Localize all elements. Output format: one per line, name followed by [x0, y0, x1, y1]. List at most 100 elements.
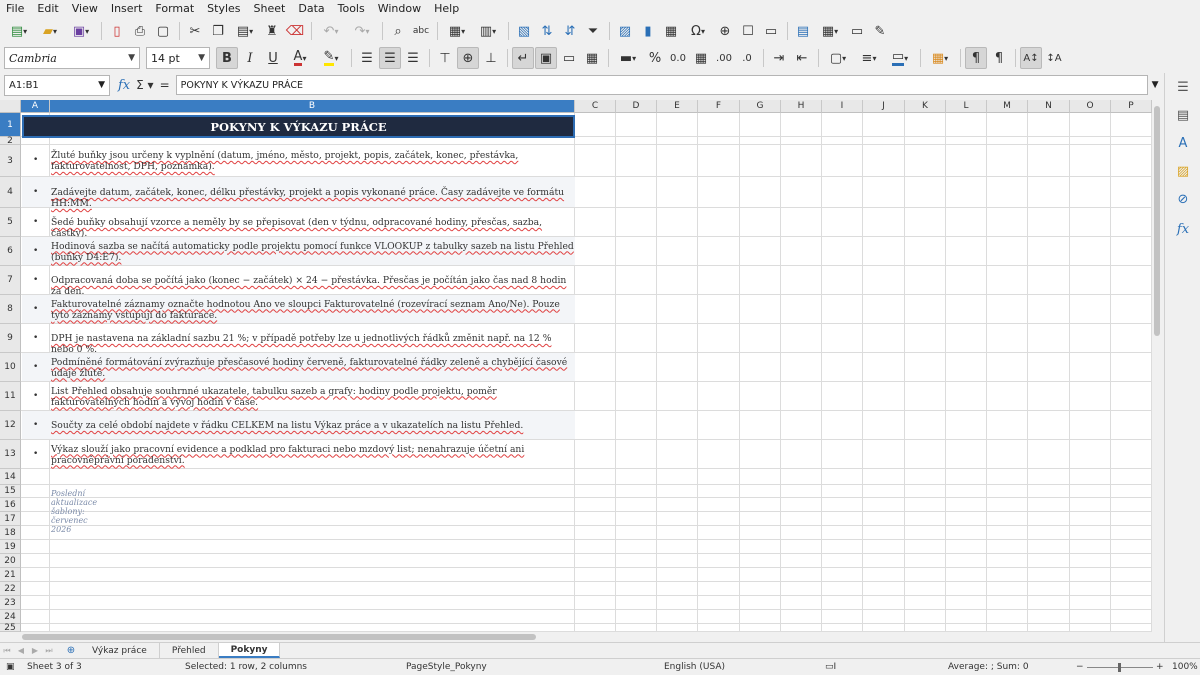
menu-file[interactable]: File: [6, 2, 24, 15]
print-preview-icon[interactable]: ▢: [152, 20, 174, 42]
menu-tools[interactable]: Tools: [338, 2, 365, 15]
clear-formatting-icon[interactable]: ⌫: [284, 20, 306, 42]
special-character-icon[interactable]: Ω ▾: [683, 20, 713, 42]
row-header-14[interactable]: 14: [0, 469, 21, 485]
save-icon[interactable]: ▣ ▾: [66, 20, 96, 42]
menu-data[interactable]: Data: [298, 2, 324, 15]
horizontal-scrollbar[interactable]: [0, 632, 1152, 642]
row-header-23[interactable]: 23: [0, 596, 21, 610]
open-folder-icon[interactable]: ▰ ▾: [35, 20, 65, 42]
redo-icon[interactable]: ↷ ▾: [347, 20, 377, 42]
row-header-18[interactable]: 18: [0, 526, 21, 540]
zoom-slider-handle[interactable]: [1118, 663, 1121, 672]
row-header-7[interactable]: 7: [0, 266, 21, 295]
currency-format-icon[interactable]: ▬ ▾: [613, 47, 643, 69]
spelling-icon[interactable]: abc: [410, 20, 432, 42]
text-horizontal-icon[interactable]: A↕: [1020, 47, 1042, 69]
row-header-21[interactable]: 21: [0, 568, 21, 582]
export-pdf-icon[interactable]: ▯: [106, 20, 128, 42]
row-header-20[interactable]: 20: [0, 554, 21, 568]
column-header-a[interactable]: A: [21, 100, 50, 113]
sort-descending-icon[interactable]: ⇵: [559, 20, 581, 42]
new-document-icon[interactable]: ▤ ▾: [4, 20, 34, 42]
zoom-out-icon[interactable]: −: [1076, 662, 1084, 672]
find-replace-icon[interactable]: ⌕: [387, 20, 409, 42]
left-to-right-icon[interactable]: ¶: [965, 47, 987, 69]
pivot-table-icon[interactable]: ▦: [660, 20, 682, 42]
insert-chart-icon[interactable]: ▮: [637, 20, 659, 42]
freeze-rows-icon[interactable]: ▦ ▾: [815, 20, 845, 42]
italic-button[interactable]: I: [239, 47, 261, 69]
comment-icon[interactable]: ☐: [737, 20, 759, 42]
row-header-12[interactable]: 12: [0, 411, 21, 440]
row-header-13[interactable]: 13: [0, 440, 21, 469]
row-header-17[interactable]: 17: [0, 512, 21, 526]
row-header-25[interactable]: 25: [0, 623, 21, 632]
row-icon[interactable]: ▦ ▾: [442, 20, 472, 42]
menu-edit[interactable]: Edit: [37, 2, 58, 15]
headers-footers-icon[interactable]: ▭: [760, 20, 782, 42]
number-format-icon[interactable]: 0.0: [667, 47, 689, 69]
align-top-icon[interactable]: ⊤: [434, 47, 456, 69]
tab-prehled[interactable]: Přehled: [160, 643, 219, 658]
function-wizard-icon[interactable]: fx: [118, 78, 130, 93]
menu-styles[interactable]: Styles: [207, 2, 240, 15]
font-size-combo[interactable]: 14 pt ▼: [146, 47, 210, 69]
align-right-icon[interactable]: ☰: [402, 47, 424, 69]
selection-mode-icon[interactable]: ▭I: [825, 662, 836, 672]
text-vertical-icon[interactable]: ↕A: [1043, 47, 1065, 69]
column-header-c[interactable]: C: [575, 100, 616, 113]
align-middle-icon[interactable]: ⊕: [457, 47, 479, 69]
next-sheet-icon[interactable]: ▶: [28, 645, 42, 657]
highlight-color-icon[interactable]: ✎ ▾: [316, 47, 346, 69]
menu-help[interactable]: Help: [434, 2, 459, 15]
define-print-area-icon[interactable]: ▤: [792, 20, 814, 42]
row-header-11[interactable]: 11: [0, 382, 21, 411]
expand-formula-bar-icon[interactable]: ▼: [1152, 80, 1159, 90]
column-header-b[interactable]: B: [50, 100, 575, 113]
hamburger-menu-icon[interactable]: ☰: [1173, 77, 1193, 97]
merge-cells-icon[interactable]: ▭: [558, 47, 580, 69]
decrease-indent-icon[interactable]: ⇤: [791, 47, 813, 69]
paste-icon[interactable]: ▤ ▾: [230, 20, 260, 42]
percent-format-icon[interactable]: %: [644, 47, 666, 69]
menu-window[interactable]: Window: [378, 2, 421, 15]
border-color-icon[interactable]: ▭ ▾: [885, 47, 915, 69]
right-to-left-icon[interactable]: ¶: [988, 47, 1010, 69]
formula-input[interactable]: POKYNY K VÝKAZU PRÁCE: [175, 75, 1148, 95]
row-header-1[interactable]: 1: [0, 113, 21, 137]
column-header-o[interactable]: O: [1070, 100, 1111, 113]
column-header-g[interactable]: G: [740, 100, 781, 113]
vertical-scroll-thumb[interactable]: [1154, 106, 1160, 336]
column-header-e[interactable]: E: [657, 100, 698, 113]
align-center-icon[interactable]: ☰: [379, 47, 401, 69]
page-style[interactable]: PageStyle_Pokyny: [406, 662, 487, 672]
column-header-d[interactable]: D: [616, 100, 657, 113]
row-header-3[interactable]: 3: [0, 145, 21, 177]
hyperlink-icon[interactable]: ⊕: [714, 20, 736, 42]
column-icon[interactable]: ▥ ▾: [473, 20, 503, 42]
sum-summary[interactable]: Average: ; Sum: 0: [948, 662, 1029, 672]
align-left-icon[interactable]: ☰: [356, 47, 378, 69]
column-header-i[interactable]: I: [822, 100, 863, 113]
wrap-text-icon[interactable]: ↵: [512, 47, 534, 69]
formula-equals-icon[interactable]: =: [160, 78, 170, 92]
document-status-icon[interactable]: ▣: [6, 662, 15, 672]
border-style-icon[interactable]: ≡ ▾: [854, 47, 884, 69]
split-window-icon[interactable]: ▭: [846, 20, 868, 42]
bold-button[interactable]: B: [216, 47, 238, 69]
row-header-8[interactable]: 8: [0, 295, 21, 324]
previous-sheet-icon[interactable]: ◀: [14, 645, 28, 657]
zoom-in-icon[interactable]: +: [1156, 662, 1164, 672]
row-header-2[interactable]: 2: [0, 136, 21, 146]
clone-formatting-icon[interactable]: ♜: [261, 20, 283, 42]
row-header-22[interactable]: 22: [0, 582, 21, 596]
tab-pokyny[interactable]: Pokyny: [218, 643, 281, 658]
add-decimal-icon[interactable]: .00: [713, 47, 735, 69]
merge-center-icon[interactable]: ▣: [535, 47, 557, 69]
row-header-6[interactable]: 6: [0, 237, 21, 266]
add-sheet-icon[interactable]: ⊕: [62, 645, 80, 656]
column-header-h[interactable]: H: [781, 100, 822, 113]
horizontal-scroll-thumb[interactable]: [22, 634, 536, 640]
autofilter-icon[interactable]: ⏷: [582, 20, 604, 42]
